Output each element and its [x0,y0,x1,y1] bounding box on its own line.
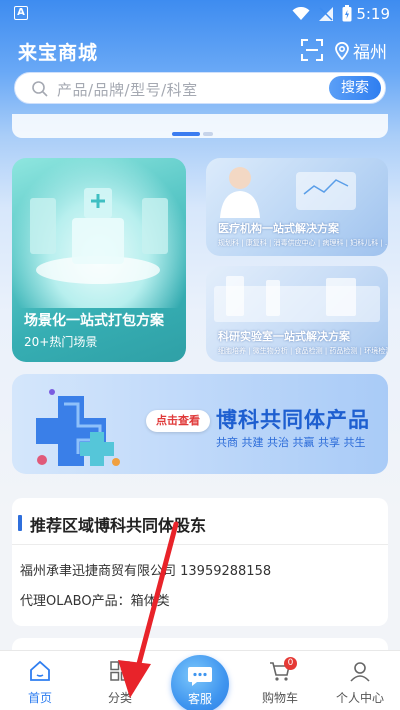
recommend-shareholders-section: 推荐区域博科共同体股东 福州承聿迅捷商贸有限公司 13959288158 代理O… [12,498,388,626]
notification-a-icon: A [14,6,28,20]
signal-icon [319,6,333,21]
research-lab-tags: 细胞培养 | 微生物分析 | 食品检测 | 药品检测 | 环境检测 | ... [218,347,388,355]
medical-institution-title: 医疗机构一站式解决方案 [218,222,339,235]
tab-profile-label: 个人中心 [335,691,384,705]
research-lab-title: 科研实验室一站式解决方案 [218,330,350,343]
tab-category[interactable]: 分类 [80,651,160,710]
community-products-slogan: 共商 共建 共治 共赢 共享 共生 [216,436,366,449]
scene-package-title: 场景化一站式打包方案 [24,313,164,329]
status-icons [292,5,352,22]
cart-count-badge: 0 [284,657,297,670]
tab-cart-label: 购物车 [261,691,298,705]
tab-home[interactable]: 首页 [0,651,80,710]
medical-institution-card[interactable]: 医疗机构一站式解决方案 规划科 | 康复科 | 消毒供应中心 | 病理科 | 妇… [206,158,388,256]
profile-icon [350,662,370,682]
home-icon [30,660,50,681]
shareholder-company[interactable]: 福州承聿迅捷商贸有限公司 13959288158 [20,560,271,579]
wifi-icon [292,6,310,20]
research-lab-card[interactable]: 科研实验室一站式解决方案 细胞培养 | 微生物分析 | 食品检测 | 药品检测 … [206,266,388,362]
search-bar[interactable]: 产品/品牌/型号/科室 搜索 [14,72,386,104]
tab-category-label: 分类 [107,691,132,705]
shareholder-agency: 代理OLABO产品：箱体类 [20,594,170,609]
community-products-title: 博科共同体产品 [216,408,370,432]
customer-service-label: 客服 [187,692,212,706]
medical-institution-tags: 规划科 | 康复科 | 消毒供应中心 | 病理科 | 妇科儿科 | ... [218,239,388,247]
customer-service-button[interactable]: 客服 [171,655,229,710]
chat-bubble-icon [188,667,212,686]
tab-profile[interactable]: 个人中心 [320,651,400,710]
scan-icon[interactable] [300,38,324,62]
top-bar: 来宝商城 福州 [0,34,400,68]
scene-package-subtitle: 20+热门场景 [24,335,98,349]
community-products-banner[interactable]: 点击查看 博科共同体产品 共商 共建 共治 共赢 共享 共生 [12,374,388,474]
search-input[interactable]: 产品/品牌/型号/科室 [57,79,198,100]
scene-package-card[interactable]: 场景化一站式打包方案 20+热门场景 [12,158,186,362]
status-time: 5:19 [356,5,390,23]
app-title: 来宝商城 [18,42,99,64]
section-divider [12,544,388,545]
view-details-button[interactable]: 点击查看 [146,410,210,432]
location-selector[interactable]: 福州 [334,38,387,63]
medical-cross-illustration [36,389,120,466]
carousel-indicator [172,132,213,136]
battery-icon [342,5,352,22]
category-grid-icon [110,661,130,681]
search-icon [32,81,48,97]
recommend-section-title: 推荐区域博科共同体股东 [30,516,207,535]
carousel-dot-active [172,132,200,136]
location-label: 福州 [353,43,387,63]
status-bar: A 5:19 [0,0,400,28]
lab-scene-illustration [30,188,168,284]
tab-cart[interactable]: 购物车 [240,651,320,710]
carousel-dot [203,132,213,136]
tab-home-label: 首页 [27,691,52,705]
location-pin-icon [335,41,349,60]
section-accent-bar [18,515,22,531]
search-button[interactable]: 搜索 [329,76,381,100]
